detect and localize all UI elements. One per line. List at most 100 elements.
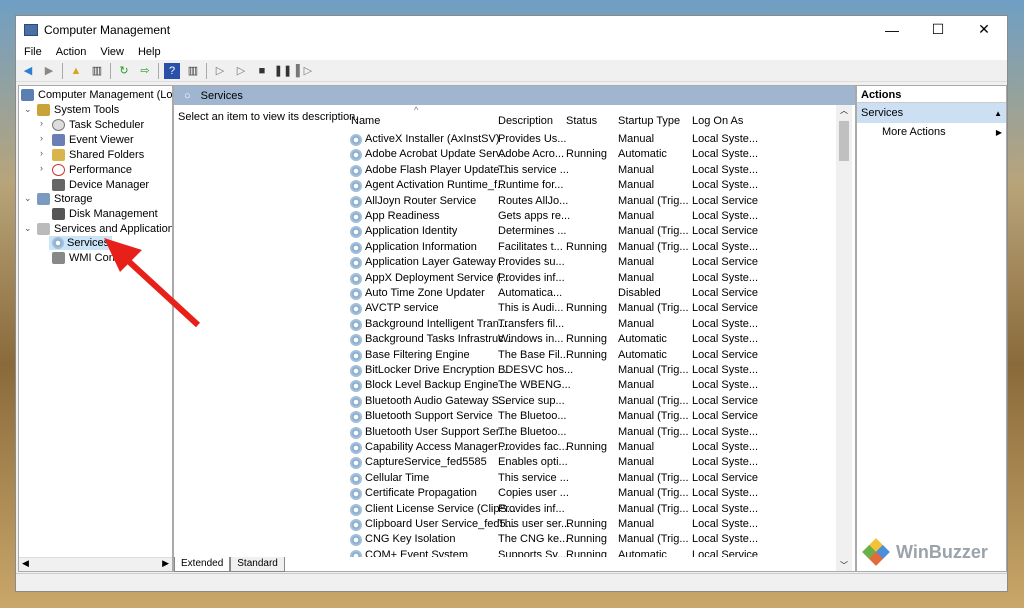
scroll-right-icon[interactable]: ▶ — [162, 558, 169, 571]
table-row[interactable]: Background Intelligent Tran... Transfers … — [341, 318, 836, 333]
restart-service-icon[interactable]: ▌▷ — [296, 63, 312, 79]
table-row[interactable]: Bluetooth Audio Gateway S... Service sup.… — [341, 395, 836, 410]
cell-description: Provides su... — [498, 256, 565, 269]
tree-item-event-viewer[interactable]: Event Viewer — [52, 133, 134, 147]
collapse-chevron-icon[interactable]: ⌄ — [24, 104, 32, 115]
tree-item-root[interactable]: Computer Management (Local — [21, 88, 172, 102]
cell-description: The WBENG... — [498, 379, 571, 392]
cell-log-on-as: Local Service — [692, 410, 759, 423]
show-hide-tree-icon[interactable]: ▥ — [89, 63, 105, 79]
tree-item-services-and-applications[interactable]: Services and Applications — [37, 222, 172, 236]
vertical-scrollbar[interactable]: ︿ ﹀ — [836, 105, 852, 571]
tab-standard[interactable]: Standard — [230, 557, 285, 572]
cell-log-on-as: Local Syste... — [692, 487, 759, 500]
collapse-chevron-icon[interactable]: ⌄ — [24, 193, 32, 204]
cell-name: Application Layer Gateway ... — [365, 256, 509, 269]
table-row[interactable]: COM+ Event System Supports Sy... Running Au… — [341, 549, 836, 557]
cell-startup-type: Manual (Trig... — [618, 364, 689, 376]
tree-item-device-manager[interactable]: Device Manager — [52, 178, 149, 192]
cell-status: Running — [566, 240, 607, 253]
tree-horizontal-scrollbar[interactable]: ◀ ▶ — [19, 557, 172, 571]
table-row[interactable]: Capability Access Manager ... Provides fa… — [341, 441, 836, 456]
services-apps-icon — [37, 223, 50, 235]
column-startup-type[interactable]: Startup Type — [618, 115, 680, 127]
actions-section-services[interactable]: Services ▲ — [857, 103, 1006, 123]
minimize-button[interactable]: — — [869, 16, 915, 43]
table-row[interactable]: Base Filtering Engine The Base Fil... Runn… — [341, 349, 836, 364]
table-row[interactable]: Block Level Backup Engine ... The WBENG..… — [341, 379, 836, 394]
scroll-down-icon[interactable]: ﹀ — [836, 560, 852, 571]
cell-status: Running — [566, 533, 607, 546]
table-row[interactable]: Adobe Flash Player Update ... This servic… — [341, 164, 836, 179]
up-folder-icon[interactable]: ▲ — [68, 63, 84, 79]
table-row[interactable]: CaptureService_fed5585 Enables opti... Man… — [341, 456, 836, 471]
scroll-left-icon[interactable]: ◀ — [22, 558, 29, 571]
collapse-up-icon[interactable]: ▲ — [994, 109, 1002, 118]
column-status[interactable]: Status — [566, 115, 597, 127]
cell-startup-type: Manual (Trig... — [618, 394, 689, 407]
help-icon[interactable]: ? — [164, 62, 180, 79]
expand-chevron-icon[interactable]: › — [40, 118, 43, 128]
maximize-button[interactable]: ☐ — [915, 16, 961, 43]
start-service-alt-icon[interactable]: ▷ — [233, 63, 249, 79]
expand-chevron-icon[interactable]: › — [40, 163, 43, 173]
table-row[interactable]: Application Information Facilitates t... R… — [341, 241, 836, 256]
back-icon[interactable]: ◀ — [20, 63, 36, 79]
scroll-up-icon[interactable]: ︿ — [836, 105, 852, 116]
tree-item-wmi-control[interactable]: WMI Cont — [52, 251, 118, 265]
cell-name: BitLocker Drive Encryption ... — [365, 364, 507, 376]
forward-icon[interactable]: ▶ — [41, 63, 57, 79]
table-row[interactable]: Clipboard User Service_fed5... This user … — [341, 518, 836, 533]
table-row[interactable]: Auto Time Zone Updater Automatica... Disab… — [341, 287, 836, 302]
table-row[interactable]: Background Tasks Infrastruc... Windows in… — [341, 333, 836, 348]
table-row[interactable]: App Readiness Gets apps re... Manual Local … — [341, 210, 836, 225]
tree-item-task-scheduler[interactable]: Task Scheduler — [52, 118, 144, 132]
wmi-icon — [52, 252, 65, 264]
table-row[interactable]: CNG Key Isolation The CNG ke... Running Man… — [341, 533, 836, 548]
start-service-icon[interactable]: ▷ — [212, 63, 228, 79]
table-row[interactable]: Bluetooth Support Service The Bluetoo... M… — [341, 410, 836, 425]
menu-view[interactable]: View — [100, 46, 124, 58]
window-title: Computer Management — [44, 22, 171, 37]
expand-chevron-icon[interactable]: › — [40, 148, 43, 158]
menu-action[interactable]: Action — [56, 46, 87, 58]
column-log-on-as[interactable]: Log On As — [692, 115, 743, 127]
table-row[interactable]: AVCTP service This is Audi... Running Manua… — [341, 302, 836, 317]
menu-help[interactable]: Help — [138, 46, 161, 58]
tree-item-storage[interactable]: Storage — [37, 192, 93, 206]
expand-chevron-icon[interactable]: › — [40, 133, 43, 143]
tree-item-performance[interactable]: Performance — [52, 163, 132, 177]
table-row[interactable]: Application Identity Determines ... Manual… — [341, 225, 836, 240]
column-name[interactable]: Name — [351, 115, 380, 127]
table-row[interactable]: Agent Activation Runtime_f... Runtime for… — [341, 179, 836, 194]
tree-item-shared-folders[interactable]: Shared Folders — [52, 148, 144, 162]
table-row[interactable]: Client License Service (ClipS... Provides… — [341, 503, 836, 518]
column-description[interactable]: Description — [498, 115, 553, 127]
stop-service-icon[interactable]: ■ — [254, 63, 270, 79]
refresh-icon[interactable]: ↻ — [116, 63, 132, 79]
tree-item-disk-management[interactable]: Disk Management — [52, 207, 158, 221]
table-row[interactable]: ActiveX Installer (AxInstSV) Provides Us.… — [341, 133, 836, 148]
tree-item-system-tools[interactable]: System Tools — [37, 103, 119, 117]
table-row[interactable]: Certificate Propagation Copies user ... Ma… — [341, 487, 836, 502]
table-row[interactable]: BitLocker Drive Encryption ... BDESVC hos… — [341, 364, 836, 379]
table-row[interactable]: AllJoyn Router Service Routes AllJo... Man… — [341, 195, 836, 210]
table-row[interactable]: Cellular Time This service ... Manual (Tri… — [341, 472, 836, 487]
close-button[interactable]: ✕ — [961, 16, 1007, 43]
table-row[interactable]: Application Layer Gateway ... Provides su… — [341, 256, 836, 271]
export-list-icon[interactable]: ⇨ — [137, 63, 153, 79]
cell-description: This service ... — [498, 163, 569, 176]
more-actions-item[interactable]: More Actions ▶ — [857, 123, 1006, 141]
tree-item-services[interactable]: Services — [49, 236, 113, 250]
table-row[interactable]: Adobe Acrobat Update Serv... Adobe Acro..… — [341, 148, 836, 163]
table-row[interactable]: AppX Deployment Service (... Provides inf… — [341, 272, 836, 287]
scrollbar-thumb[interactable] — [839, 121, 849, 161]
pause-service-icon[interactable]: ❚❚ — [274, 63, 292, 79]
show-action-pane-icon[interactable]: ▥ — [185, 63, 201, 79]
menu-file[interactable]: File — [24, 46, 42, 58]
collapse-chevron-icon[interactable]: ⌄ — [24, 223, 32, 234]
cell-description: The CNG ke... — [498, 533, 569, 546]
tab-extended[interactable]: Extended — [174, 557, 231, 572]
table-row[interactable]: Bluetooth User Support Ser... The Bluetoo… — [341, 426, 836, 441]
service-gear-icon — [350, 134, 362, 146]
